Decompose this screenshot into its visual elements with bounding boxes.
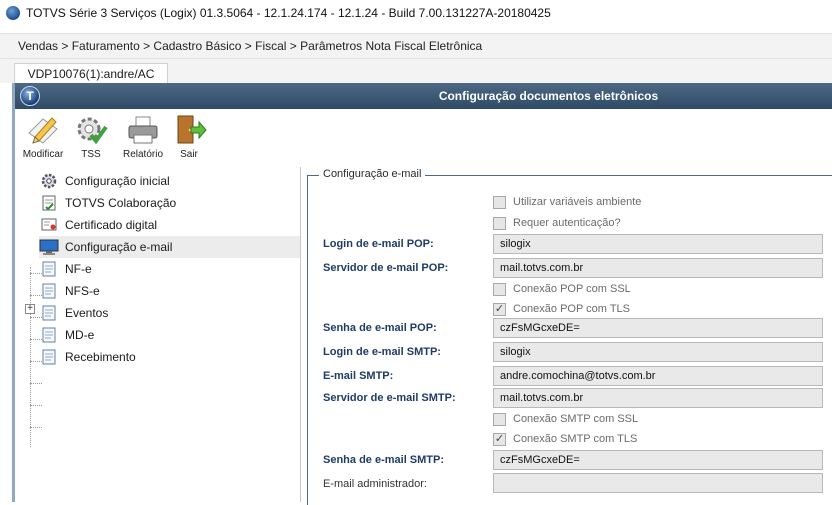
tree-item-nfe[interactable]: NF-e [39, 258, 92, 280]
modificar-label: Modificar [22, 149, 64, 160]
tree-item-mde[interactable]: MD-e [39, 324, 94, 346]
monitor-icon [39, 238, 59, 256]
app-titlebar: TOTVS Série 3 Serviços (Logix) 01.3.5064… [0, 0, 832, 26]
tree-item-nfse[interactable]: NFS-e [39, 280, 100, 302]
checkbox-box[interactable] [493, 216, 506, 230]
checkbox-utilizar-variaveis[interactable]: Utilizar variáveis ambiente [493, 194, 641, 210]
checkbox-pop-ssl[interactable]: Conexão POP com SSL [493, 281, 631, 297]
label-email-administrador: E-mail administrador: [323, 478, 427, 490]
checkbox-pop-tls[interactable]: ✓ Conexão POP com TLS [493, 301, 630, 317]
document-icon [39, 348, 59, 366]
checkbox-box-checked[interactable]: ✓ [493, 432, 506, 446]
email-config-panel: Configuração e-mail Utilizar variáveis a… [305, 167, 832, 505]
certificate-icon [39, 216, 59, 234]
checkbox-requer-autenticacao[interactable]: Requer autenticação? [493, 215, 621, 231]
checkbox-box[interactable] [493, 412, 506, 426]
tree-connector [30, 267, 31, 447]
checkbox-label: Requer autenticação? [513, 217, 621, 229]
checkbox-smtp-ssl[interactable]: Conexão SMTP com SSL [493, 411, 638, 427]
tree-item-label: Configuração inicial [65, 174, 170, 188]
relatorio-button[interactable]: Relatório [117, 113, 169, 160]
tss-button[interactable]: TSS [65, 113, 117, 160]
app-title: TOTVS Série 3 Serviços (Logix) 01.3.5064… [26, 6, 551, 20]
program-window: T Configuração documentos eletrônicos Mo… [12, 83, 832, 505]
label-servidor-smtp: Servidor de e-mail SMTP: [323, 392, 456, 404]
checkbox-box-checked[interactable]: ✓ [493, 302, 506, 316]
email-administrador-field[interactable] [493, 473, 823, 493]
tree-item-label: Recebimento [65, 350, 136, 364]
document-icon [39, 282, 59, 300]
document-icon [39, 326, 59, 344]
tree-item-certificado-digital[interactable]: Certificado digital [39, 214, 157, 236]
tree-item-label: MD-e [65, 328, 95, 342]
tree-item-label: NF-e [65, 262, 92, 276]
checkbox-box[interactable] [493, 282, 506, 296]
login-smtp-field[interactable]: silogix [493, 342, 823, 362]
group-border [307, 175, 308, 505]
login-pop-field[interactable]: silogix [493, 234, 823, 254]
document-icon [39, 304, 59, 322]
label-servidor-pop: Servidor de e-mail POP: [323, 262, 449, 274]
totvs-logo-icon [6, 6, 20, 20]
tree-connector [30, 383, 42, 384]
window-header: T Configuração documentos eletrônicos [15, 83, 832, 109]
checkbox-label: Utilizar variáveis ambiente [513, 196, 642, 208]
sair-label: Sair [180, 149, 198, 160]
servidor-pop-field[interactable]: mail.totvs.com.br [493, 258, 823, 278]
tree-item-label: TOTVS Colaboração [65, 196, 177, 210]
document-check-icon [39, 194, 59, 212]
expand-eventos-toggle[interactable]: + [25, 304, 35, 314]
checkbox-label: Conexão POP com TLS [513, 303, 630, 315]
checkbox-smtp-tls[interactable]: ✓ Conexão SMTP com TLS [493, 431, 637, 447]
tree-item-recebimento[interactable]: Recebimento [39, 346, 136, 368]
window-title: Configuração documentos eletrônicos [438, 89, 659, 103]
label-email-smtp: E-mail SMTP: [323, 370, 394, 382]
tab-strip: VDP10076(1):andre/AC [0, 59, 832, 83]
navigation-tree: Configuração inicial TOTVS Colaboração C… [15, 167, 301, 502]
modificar-button[interactable]: Modificar [17, 113, 69, 160]
tss-label: TSS [81, 149, 101, 160]
gear-icon [39, 172, 59, 190]
printer-icon [128, 116, 158, 144]
checkbox-label: Conexão POP com SSL [513, 283, 631, 295]
tree-item-label: Configuração e-mail [65, 240, 173, 254]
sair-button[interactable]: Sair [163, 113, 215, 160]
breadcrumb: Vendas > Faturamento > Cadastro Básico >… [0, 33, 832, 59]
tree-item-label: Eventos [65, 306, 109, 320]
checkbox-label: Conexão SMTP com SSL [513, 413, 639, 425]
checkbox-label: Conexão SMTP com TLS [513, 433, 638, 445]
senha-pop-field[interactable]: czFsMGcxeDE= [493, 318, 823, 338]
servidor-smtp-field[interactable]: mail.totvs.com.br [493, 388, 823, 408]
tree-item-configuracao-email[interactable]: Configuração e-mail [39, 236, 300, 258]
tab-label: VDP10076(1):andre/AC [27, 66, 155, 81]
label-login-pop: Login de e-mail POP: [323, 238, 434, 250]
breadcrumb-text[interactable]: Vendas > Faturamento > Cadastro Básico >… [18, 39, 482, 53]
tab-vdp10076[interactable]: VDP10076(1):andre/AC [14, 63, 168, 83]
tree-connector [30, 405, 42, 406]
group-title: Configuração e-mail [319, 168, 426, 180]
email-smtp-field[interactable]: andre.comochina@totvs.com.br [493, 366, 823, 386]
tree-item-configuracao-inicial[interactable]: Configuração inicial [39, 170, 170, 192]
checkbox-box[interactable] [493, 195, 506, 209]
gear-check-icon [77, 117, 108, 145]
toolbar: Modificar TSS Relatório Sair [15, 109, 832, 163]
tree-item-label: NFS-e [65, 284, 100, 298]
senha-smtp-field[interactable]: czFsMGcxeDE= [493, 450, 823, 470]
label-senha-smtp: Senha de e-mail SMTP: [323, 454, 445, 466]
edit-pencil-icon [28, 117, 58, 144]
label-login-smtp: Login de e-mail SMTP: [323, 346, 441, 358]
tree-item-label: Certificado digital [65, 218, 158, 232]
exit-door-icon [177, 115, 207, 144]
relatorio-label: Relatório [122, 149, 164, 160]
tree-item-eventos[interactable]: Eventos [39, 302, 108, 324]
label-senha-pop: Senha de e-mail POP: [323, 322, 437, 334]
tree-item-totvs-colaboracao[interactable]: TOTVS Colaboração [39, 192, 176, 214]
tree-connector [30, 427, 42, 428]
document-icon [39, 260, 59, 278]
